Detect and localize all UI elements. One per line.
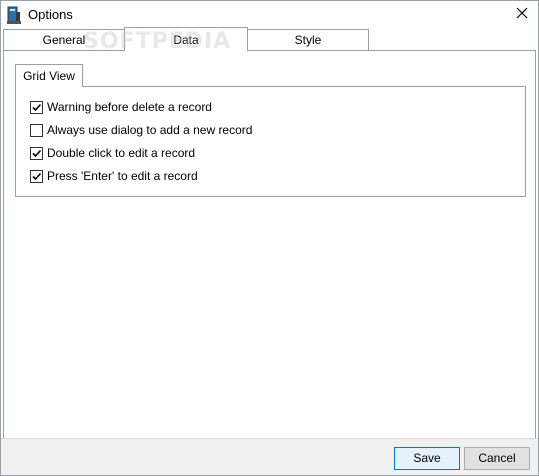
options-dialog: Options General Style Data SOFTPEDIA Gri… <box>0 0 539 476</box>
grid-view-tab-join <box>16 85 82 88</box>
window-title: Options <box>28 7 73 22</box>
option-label: Always use dialog to add a new record <box>47 123 253 137</box>
title-bar: Options <box>1 1 538 29</box>
option-press-enter-edit[interactable]: Press 'Enter' to edit a record <box>30 168 198 184</box>
checkbox-warning-before-delete[interactable] <box>30 100 43 114</box>
app-icon <box>7 6 21 24</box>
close-icon <box>516 7 528 22</box>
option-label: Press 'Enter' to edit a record <box>47 169 198 183</box>
checkbox-double-click-edit[interactable] <box>30 146 43 160</box>
option-always-use-dialog[interactable]: Always use dialog to add a new record <box>30 122 252 138</box>
checkbox-always-use-dialog[interactable] <box>30 123 43 137</box>
close-button[interactable] <box>506 1 538 27</box>
tab-style[interactable]: Style <box>247 29 369 51</box>
save-button[interactable]: Save <box>394 447 460 470</box>
checkmark-icon <box>32 103 42 111</box>
checkbox-press-enter-edit[interactable] <box>30 169 43 183</box>
cancel-button[interactable]: Cancel <box>464 447 530 470</box>
option-warning-before-delete[interactable]: Warning before delete a record <box>30 99 212 115</box>
option-label: Double click to edit a record <box>47 146 196 160</box>
watermark: SOFTPEDIA <box>83 29 232 54</box>
option-label: Warning before delete a record <box>47 100 212 114</box>
option-double-click-edit[interactable]: Double click to edit a record <box>30 145 195 161</box>
tab-grid-view[interactable]: Grid View <box>15 64 83 87</box>
checkmark-icon <box>32 172 42 180</box>
button-bar: Save Cancel <box>1 438 538 475</box>
checkmark-icon <box>32 149 42 157</box>
